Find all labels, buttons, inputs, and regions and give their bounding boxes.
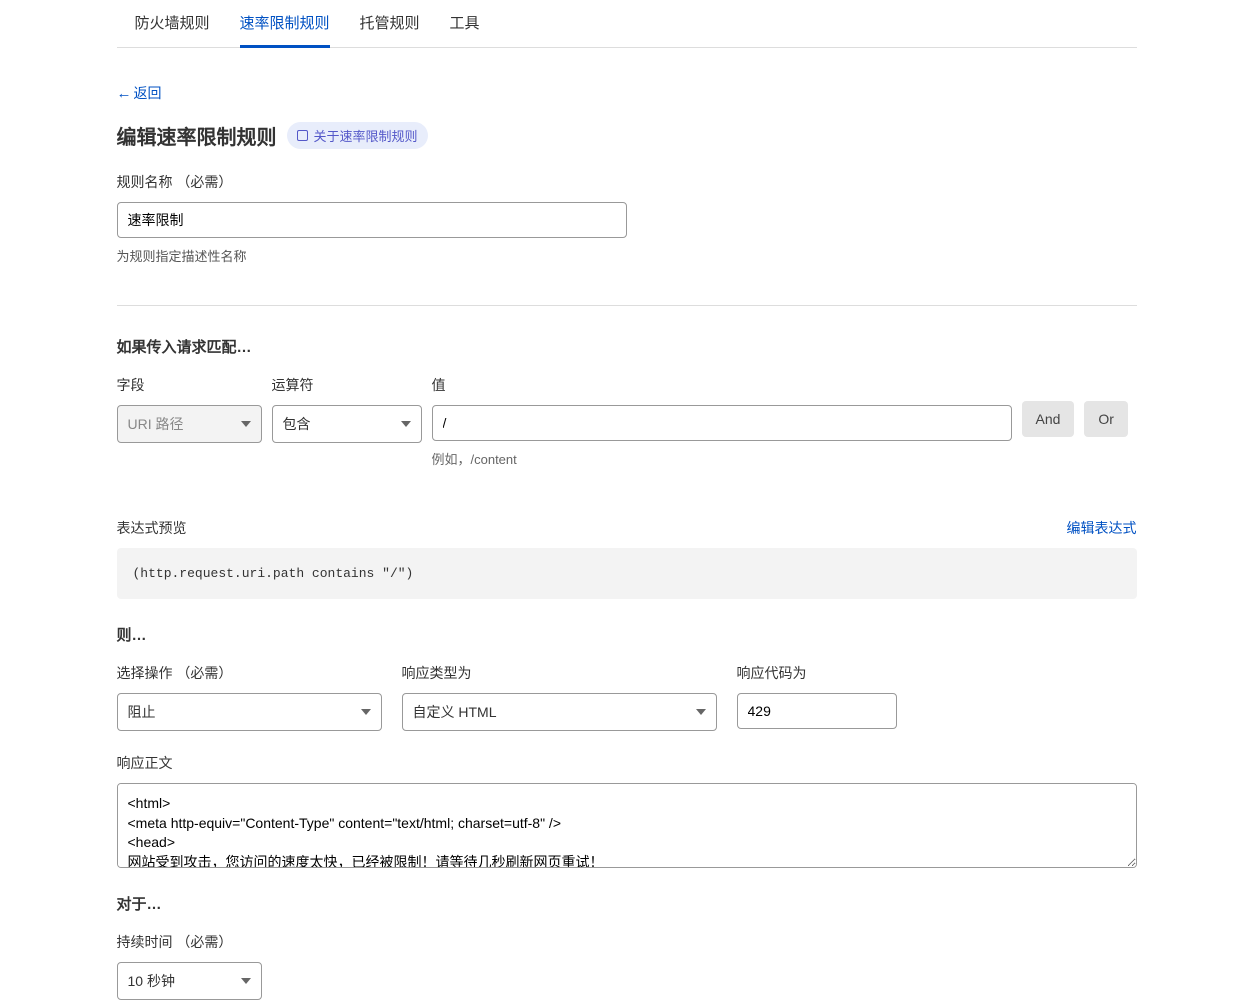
tab-managed[interactable]: 托管规则 xyxy=(360,0,420,47)
action-select[interactable]: 阻止 xyxy=(117,693,382,731)
chevron-down-icon xyxy=(241,978,251,984)
field-select[interactable]: URI 路径 xyxy=(117,405,262,443)
response-type-label: 响应类型为 xyxy=(402,663,717,683)
action-label: 选择操作 （必需） xyxy=(117,663,382,683)
back-label: 返回 xyxy=(134,83,162,103)
response-code-input[interactable] xyxy=(737,693,897,729)
tab-firewall[interactable]: 防火墙规则 xyxy=(135,0,210,47)
duration-label: 持续时间 （必需） xyxy=(117,932,1137,952)
value-hint: 例如，/content xyxy=(432,449,1012,468)
divider xyxy=(117,305,1137,306)
book-icon xyxy=(297,130,308,141)
expression-preview-label: 表达式预览 xyxy=(117,518,187,538)
back-link[interactable]: ← 返回 xyxy=(117,83,162,103)
about-rules-badge[interactable]: 关于速率限制规则 xyxy=(287,122,428,149)
operator-select-value: 包含 xyxy=(283,416,311,432)
response-body-textarea[interactable] xyxy=(117,783,1137,868)
then-section-title: 则… xyxy=(117,624,1137,645)
duration-select[interactable]: 10 秒钟 xyxy=(117,962,262,1000)
chevron-down-icon xyxy=(241,421,251,427)
tab-ratelimit[interactable]: 速率限制规则 xyxy=(240,0,330,48)
page-title: 编辑速率限制规则 xyxy=(117,121,277,150)
action-select-value: 阻止 xyxy=(128,704,156,720)
response-type-select[interactable]: 自定义 HTML xyxy=(402,693,717,731)
about-rules-label: 关于速率限制规则 xyxy=(314,126,418,145)
response-code-label: 响应代码为 xyxy=(737,663,897,683)
response-body-label: 响应正文 xyxy=(117,753,1137,773)
chevron-down-icon xyxy=(696,709,706,715)
nav-tabs: 防火墙规则 速率限制规则 托管规则 工具 xyxy=(117,0,1137,48)
operator-label: 运算符 xyxy=(272,375,422,395)
chevron-down-icon xyxy=(361,709,371,715)
or-button[interactable]: Or xyxy=(1084,401,1128,437)
duration-value: 10 秒钟 xyxy=(128,973,175,989)
rule-name-hint: 为规则指定描述性名称 xyxy=(117,246,1137,265)
field-label: 字段 xyxy=(117,375,262,395)
arrow-left-icon: ← xyxy=(117,85,132,102)
rule-name-input[interactable] xyxy=(117,202,627,238)
match-section-title: 如果传入请求匹配… xyxy=(117,336,1137,357)
value-input[interactable] xyxy=(432,405,1012,441)
and-button[interactable]: And xyxy=(1022,401,1075,437)
field-select-value: URI 路径 xyxy=(128,416,184,432)
spacer xyxy=(1022,375,1128,391)
tab-tools[interactable]: 工具 xyxy=(450,0,480,47)
value-label: 值 xyxy=(432,375,1012,395)
chevron-down-icon xyxy=(401,421,411,427)
expression-preview-box: (http.request.uri.path contains "/") xyxy=(117,548,1137,599)
response-type-value: 自定义 HTML xyxy=(413,704,497,720)
for-section-title: 对于… xyxy=(117,893,1137,914)
operator-select[interactable]: 包含 xyxy=(272,405,422,443)
edit-expression-link[interactable]: 编辑表达式 xyxy=(1067,518,1137,538)
rule-name-label: 规则名称 （必需） xyxy=(117,172,1137,192)
